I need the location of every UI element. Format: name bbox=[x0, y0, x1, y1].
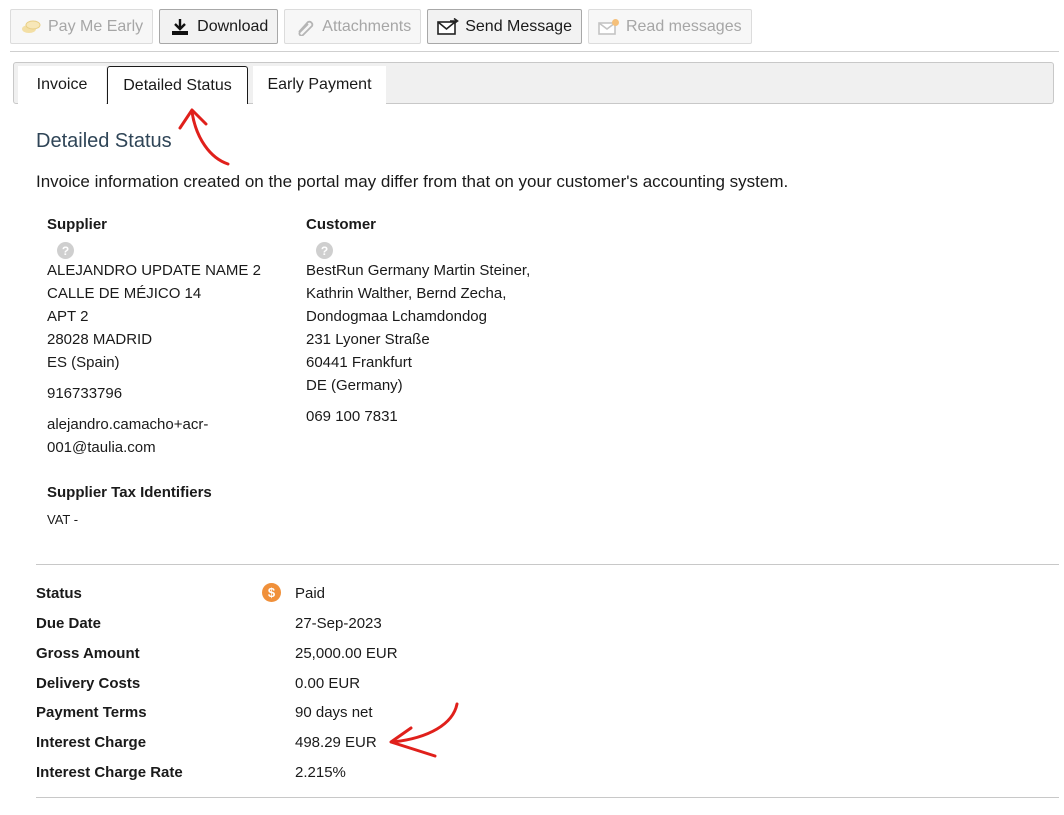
download-label: Download bbox=[197, 17, 269, 35]
read-envelope-icon bbox=[598, 18, 620, 36]
send-envelope-icon bbox=[437, 17, 460, 36]
tab-early-payment-label: Early Payment bbox=[267, 76, 372, 93]
customer-address-line: 60441 Frankfurt bbox=[306, 354, 412, 371]
customer-help-icon[interactable]: ? bbox=[316, 242, 333, 259]
tab-bar: Invoice Detailed Status Early Payment bbox=[13, 62, 1054, 104]
interest-charge-label: Interest Charge bbox=[36, 734, 147, 751]
customer-address-line: Kathrin Walther, Bernd Zecha, bbox=[306, 285, 507, 302]
tab-early-payment[interactable]: Early Payment bbox=[253, 66, 386, 104]
due-date-label: Due Date bbox=[36, 615, 102, 632]
supplier-address-line: CALLE DE MÉJICO 14 bbox=[47, 285, 202, 302]
supplier-email-line: 001@taulia.com bbox=[47, 439, 156, 456]
attachments-label: Attachments bbox=[322, 17, 412, 35]
coins-icon bbox=[20, 18, 42, 36]
annotation-arrow-interest bbox=[389, 702, 459, 758]
bottom-divider bbox=[36, 797, 1059, 798]
tab-invoice-label: Invoice bbox=[36, 76, 88, 93]
send-message-label: Send Message bbox=[465, 17, 572, 35]
status-value: Paid bbox=[295, 585, 326, 602]
payment-terms-label: Payment Terms bbox=[36, 704, 147, 721]
supplier-email-line: alejandro.camacho+acr- bbox=[47, 416, 209, 433]
pay-me-early-button[interactable]: Pay Me Early bbox=[10, 9, 154, 44]
toolbar-divider bbox=[10, 51, 1059, 52]
send-message-button[interactable]: Send Message bbox=[427, 9, 582, 44]
accounting-notice: Invoice information created on the porta… bbox=[36, 172, 789, 191]
supplier-tax-value: VAT - bbox=[47, 512, 79, 527]
tab-detailed-status[interactable]: Detailed Status bbox=[107, 66, 248, 104]
supplier-heading: Supplier bbox=[47, 216, 108, 233]
customer-address-line: DE (Germany) bbox=[306, 377, 403, 394]
payment-terms-value: 90 days net bbox=[295, 704, 373, 721]
status-label: Status bbox=[36, 585, 82, 602]
delivery-costs-value: 0.00 EUR bbox=[295, 675, 361, 692]
interest-charge-value: 498.29 EUR bbox=[295, 734, 377, 751]
section-divider bbox=[36, 564, 1059, 565]
customer-heading: Customer bbox=[306, 216, 377, 233]
customer-phone: 069 100 7831 bbox=[306, 408, 398, 425]
gross-amount-value: 25,000.00 EUR bbox=[295, 645, 398, 662]
paperclip-icon bbox=[294, 18, 316, 36]
page-title: Detailed Status bbox=[36, 130, 172, 152]
tab-detailed-status-label: Detailed Status bbox=[123, 76, 232, 94]
customer-address-line: BestRun Germany Martin Steiner, bbox=[306, 262, 531, 279]
delivery-costs-label: Delivery Costs bbox=[36, 675, 141, 692]
supplier-address-line: ALEJANDRO UPDATE NAME 2 bbox=[47, 262, 261, 279]
customer-address-line: 231 Lyoner Straße bbox=[306, 331, 430, 348]
toolbar: Pay Me Early Download Attachments Send M… bbox=[10, 9, 752, 45]
tab-invoice[interactable]: Invoice bbox=[18, 66, 106, 104]
interest-charge-rate-label: Interest Charge Rate bbox=[36, 764, 183, 781]
due-date-value: 27-Sep-2023 bbox=[295, 615, 382, 632]
pay-me-early-label: Pay Me Early bbox=[48, 17, 144, 35]
supplier-address-line: 28028 MADRID bbox=[47, 331, 153, 348]
read-messages-button[interactable]: Read messages bbox=[587, 9, 752, 44]
read-messages-label: Read messages bbox=[625, 17, 742, 35]
customer-address-line: Dondogmaa Lchamdondog bbox=[306, 308, 487, 325]
download-icon bbox=[169, 18, 191, 36]
interest-charge-rate-value: 2.215% bbox=[295, 764, 346, 781]
supplier-help-icon[interactable]: ? bbox=[57, 242, 74, 259]
gross-amount-label: Gross Amount bbox=[36, 645, 140, 662]
paid-status-icon: $ bbox=[262, 583, 281, 602]
attachments-button[interactable]: Attachments bbox=[284, 9, 422, 44]
supplier-phone: 916733796 bbox=[47, 385, 123, 402]
supplier-address-line: ES (Spain) bbox=[47, 354, 120, 371]
download-button[interactable]: Download bbox=[159, 9, 279, 44]
supplier-tax-heading: Supplier Tax Identifiers bbox=[47, 484, 212, 501]
annotation-arrow-tab bbox=[178, 108, 230, 166]
supplier-address-line: APT 2 bbox=[47, 308, 89, 325]
